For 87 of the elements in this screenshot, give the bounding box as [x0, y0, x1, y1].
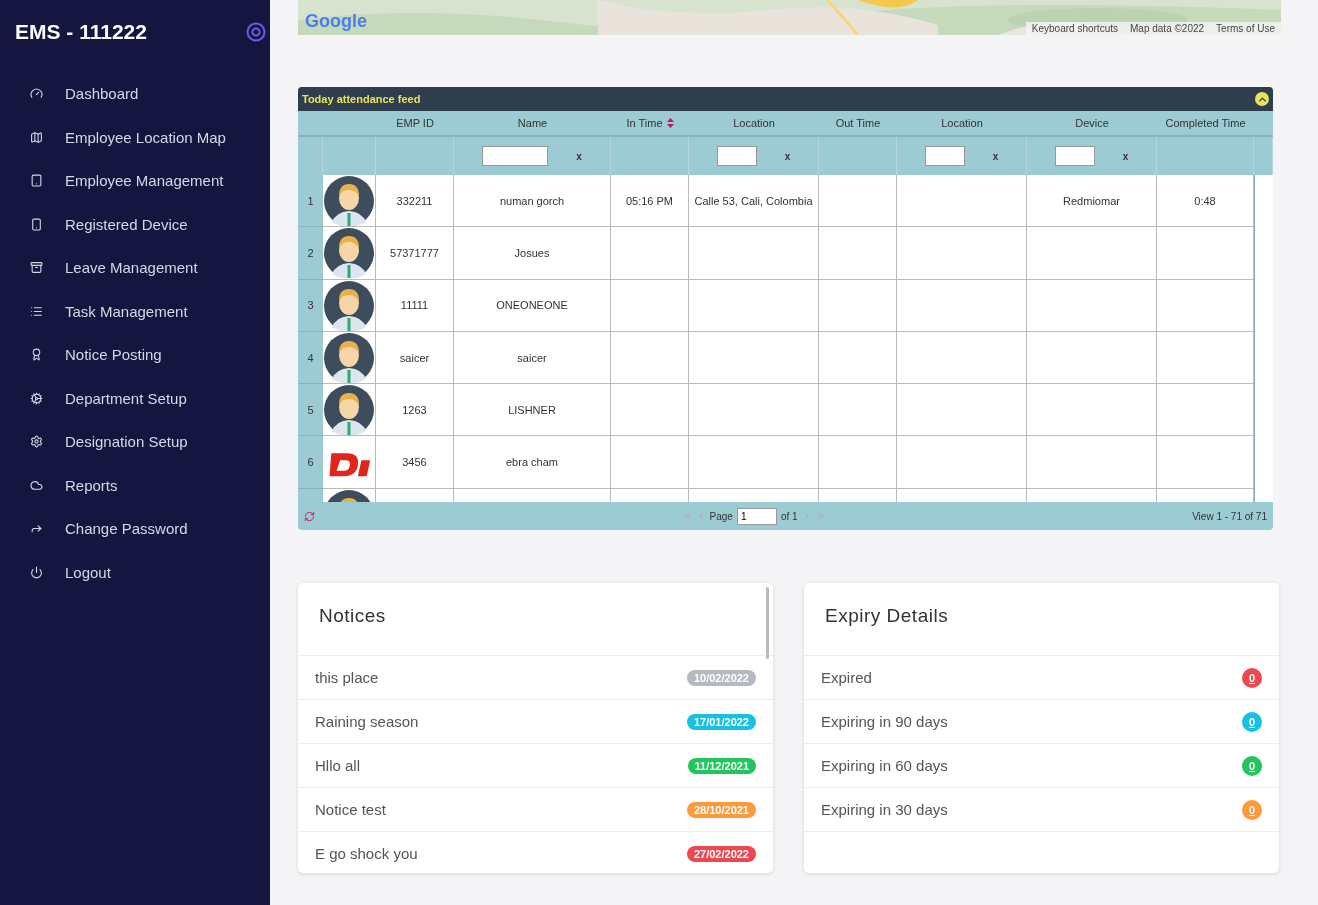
expiry-label: Expiring in 60 days — [821, 757, 948, 774]
award-icon — [30, 348, 43, 362]
sidebar-item[interactable]: Department Setup — [0, 376, 270, 420]
sidebar-item[interactable]: Change Password — [0, 507, 270, 551]
gear-icon — [30, 391, 43, 405]
card-title: Notices — [298, 583, 773, 656]
sidebar-item[interactable]: Registered Device — [0, 202, 270, 246]
clear-filter-button[interactable]: x — [784, 150, 791, 162]
page-field[interactable]: 1 — [736, 507, 777, 525]
column-header[interactable]: Device — [1027, 111, 1157, 137]
grid-title: Today attendance feed — [302, 93, 421, 105]
column-header[interactable]: Name — [454, 111, 611, 137]
sidebar-item[interactable]: Employee Management — [0, 159, 270, 203]
toggle-icon[interactable] — [246, 22, 266, 42]
sort-icon[interactable] — [666, 118, 674, 128]
clear-filter-button[interactable]: x — [576, 150, 582, 162]
record-summary: View 1 - 71 of 71 — [1192, 510, 1267, 522]
count-badge[interactable]: 0 — [1242, 667, 1262, 688]
sidebar-item[interactable]: Logout — [0, 550, 270, 594]
date-badge: 11/12/2021 — [687, 757, 756, 774]
table-cell: 3456 — [376, 436, 454, 489]
filter-field[interactable] — [924, 146, 965, 166]
filter-field[interactable] — [716, 146, 757, 166]
table-cell: LISHNER — [454, 384, 611, 437]
phone-icon — [30, 217, 43, 231]
column-header[interactable]: In Time — [611, 111, 689, 137]
column-header[interactable]: EMP ID — [376, 111, 454, 137]
power-icon — [30, 565, 43, 579]
sidebar-item[interactable]: Employee Location Map — [0, 115, 270, 159]
map-attribution-link[interactable]: Terms of Use — [1216, 23, 1275, 34]
page-label: Page — [709, 510, 733, 522]
brand-title: EMS - 111222 — [15, 20, 147, 44]
table-cell: 0:48 — [1157, 175, 1254, 228]
notice-title[interactable]: Hllo all — [315, 757, 360, 774]
sidebar-item[interactable]: Dashboard — [0, 72, 270, 116]
map-icon — [30, 130, 43, 144]
date-badge: 28/10/2021 — [686, 801, 756, 818]
notice-title[interactable]: Notice test — [315, 801, 386, 818]
tablet-icon — [30, 174, 43, 188]
map-attribution-link[interactable]: Keyboard shortcuts — [1031, 23, 1118, 34]
table-cell: ebra cham — [454, 436, 611, 489]
expiry-label: Expiring in 30 days — [821, 801, 948, 818]
clear-filter-button[interactable]: x — [992, 150, 999, 162]
column-header[interactable]: Completed Time — [1157, 111, 1254, 137]
table-cell: Redmiomar — [1027, 175, 1157, 228]
filter-field[interactable] — [482, 146, 549, 166]
table-cell: 05:16 PM — [611, 175, 689, 228]
table-cell: Calle 53, Cali, Colombia — [689, 175, 819, 228]
map-attribution-link[interactable]: Map data ©2022 — [1130, 23, 1205, 34]
refresh-icon[interactable] — [304, 510, 315, 522]
cloud-icon — [30, 478, 43, 492]
notice-title[interactable]: E go shock you — [315, 845, 418, 862]
table-cell: ONEONEONE — [454, 279, 611, 332]
scrollbar-thumb[interactable] — [766, 587, 769, 659]
column-header[interactable]: Out Time — [819, 111, 897, 137]
date-badge: 10/02/2022 — [686, 669, 756, 686]
column-header[interactable]: Location — [897, 111, 1027, 137]
table-cell: 11111 — [376, 279, 454, 332]
page-count: of 1 — [780, 510, 798, 522]
archive-icon — [30, 261, 43, 275]
notice-title[interactable]: Raining season — [315, 713, 419, 730]
table-cell: numan gorch — [454, 175, 611, 228]
filter-field[interactable] — [1054, 146, 1095, 166]
table-cell: 1263 — [376, 384, 454, 437]
gauge-icon — [30, 87, 43, 101]
date-badge: 17/01/2022 — [686, 713, 756, 730]
sidebar-item[interactable]: Designation Setup — [0, 420, 270, 464]
table-cell: saicer — [376, 331, 454, 385]
notice-title[interactable]: this place — [315, 669, 379, 686]
card-title: Expiry Details — [804, 583, 1279, 656]
sidebar-item[interactable]: Task Management — [0, 289, 270, 333]
expiry-label: Expiring in 90 days — [821, 713, 948, 730]
sidebar-item[interactable]: Notice Posting — [0, 333, 270, 377]
date-badge: 27/02/2022 — [686, 845, 756, 862]
sidebar-item[interactable]: Leave Management — [0, 246, 270, 290]
list-icon — [30, 304, 43, 318]
table-cell: Josues — [454, 227, 611, 280]
sidebar-item[interactable]: Reports — [0, 463, 270, 507]
table-cell: 332211 — [376, 175, 454, 228]
map-logo: Google — [305, 11, 367, 32]
clear-filter-button[interactable]: x — [1122, 150, 1129, 162]
column-header[interactable]: Location — [689, 111, 819, 137]
expiry-label: Expired — [821, 669, 872, 686]
collapse-icon[interactable] — [1255, 92, 1269, 106]
table-cell: saicer — [454, 331, 611, 385]
gear-icon — [30, 435, 43, 449]
table-cell: 57371777 — [376, 227, 454, 280]
